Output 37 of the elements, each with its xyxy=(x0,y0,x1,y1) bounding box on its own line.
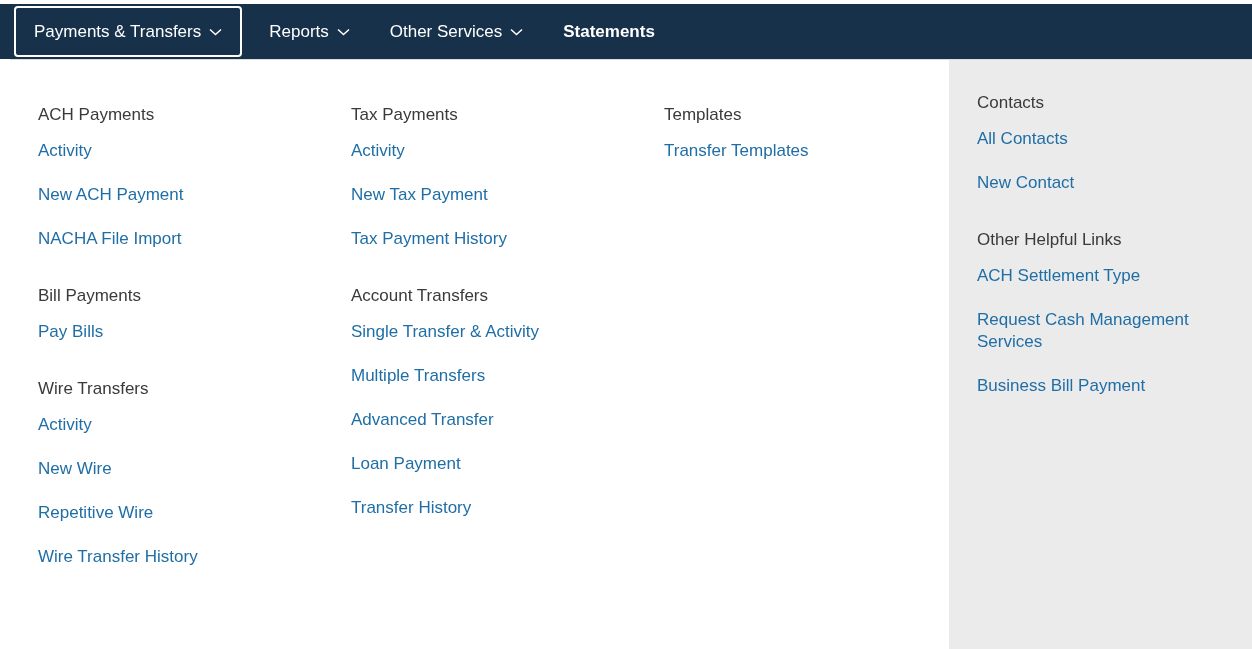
menu-link[interactable]: Transfer Templates xyxy=(664,140,809,162)
menu-heading: Other Helpful Links xyxy=(977,229,1122,251)
menu-link[interactable]: Activity xyxy=(38,414,92,436)
menu-link[interactable]: Request Cash Management Services xyxy=(977,309,1227,353)
menu-link[interactable]: Advanced Transfer xyxy=(351,409,494,431)
menu-heading: Bill Payments xyxy=(38,285,141,307)
menu-link[interactable]: New Contact xyxy=(977,172,1075,194)
nav-tab[interactable]: Other Services xyxy=(369,6,544,57)
menu-link[interactable]: New Wire xyxy=(38,458,112,480)
chevron-down-icon xyxy=(510,27,524,36)
menu-link[interactable]: NACHA File Import xyxy=(38,228,182,250)
menu-link[interactable]: Repetitive Wire xyxy=(38,502,154,524)
menu-link[interactable]: ACH Settlement Type xyxy=(977,265,1141,287)
chevron-down-icon xyxy=(336,27,350,36)
menu-heading: Templates xyxy=(664,104,742,126)
menu-link[interactable]: Single Transfer & Activity xyxy=(351,321,540,343)
chevron-down-icon xyxy=(209,27,223,36)
menu-link[interactable]: Activity xyxy=(38,140,92,162)
menu-heading: Account Transfers xyxy=(351,285,488,307)
menu-heading: Tax Payments xyxy=(351,104,458,126)
nav-tab[interactable]: Payments & Transfers xyxy=(14,6,243,57)
menu-link[interactable]: Activity xyxy=(351,140,405,162)
menu-heading: ACH Payments xyxy=(38,104,155,126)
menu-link[interactable]: Loan Payment xyxy=(351,453,461,475)
menu-link[interactable]: Transfer History xyxy=(351,497,472,519)
menu-heading: Contacts xyxy=(977,92,1045,114)
menu-link[interactable]: Multiple Transfers xyxy=(351,365,486,387)
nav-tab[interactable]: Reports xyxy=(249,6,370,57)
menu-link[interactable]: New ACH Payment xyxy=(38,184,184,206)
menu-link[interactable]: Tax Payment History xyxy=(351,228,507,250)
menu-link[interactable]: Pay Bills xyxy=(38,321,104,343)
nav-tab[interactable]: Statements xyxy=(543,6,675,57)
menu-link[interactable]: All Contacts xyxy=(977,128,1068,150)
menu-link[interactable]: Wire Transfer History xyxy=(38,546,198,568)
menu-link[interactable]: Business Bill Payment xyxy=(977,375,1146,397)
menu-heading: Wire Transfers xyxy=(38,378,149,400)
menu-link[interactable]: New Tax Payment xyxy=(351,184,488,206)
